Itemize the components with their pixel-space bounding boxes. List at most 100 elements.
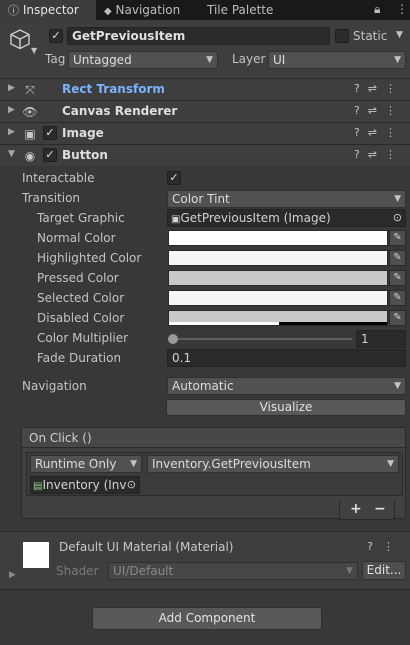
remove-listener-button[interactable]: − [374,501,386,517]
interactable-checkbox[interactable]: ✓ [167,171,181,185]
onclick-listener: Runtime Only ▼ Inventory.GetPreviousItem… [26,452,403,496]
function-caret-icon: ▼ [387,459,394,469]
function-dropdown[interactable]: Inventory.GetPreviousItem ▼ [147,455,399,473]
layer-value: UI [273,53,286,67]
component-image[interactable]: ▶ ▣ ✓ Image ?⇌⋮ [0,122,410,144]
multiplier-slider-thumb[interactable] [168,334,178,344]
list-buttons: + − [339,500,395,520]
context-menu-icon[interactable]: ⋮ [385,148,404,161]
function-value: Inventory.GetPreviousItem [152,457,311,471]
shader-caret-icon: ▼ [346,566,353,576]
material-header-icons: ?⋮ [367,540,404,553]
navigation-dropdown[interactable]: Automatic ▼ [167,377,406,395]
object-picker-icon[interactable]: ⊙ [127,477,136,493]
target-object-value: Inventory (Inv [42,478,127,492]
expand-arrow-icon[interactable]: ▶ [8,83,15,93]
transition-caret-icon: ▼ [394,194,401,204]
context-menu-icon[interactable]: ⋮ [385,126,404,139]
fade-duration-input[interactable]: 0.1 [167,349,406,367]
expand-arrow-icon[interactable]: ▶ [8,127,15,137]
highlighted-color-swatch[interactable] [168,250,388,266]
help-icon[interactable]: ? [354,126,368,139]
material-name: Default UI Material (Material) [59,540,234,554]
add-listener-button[interactable]: + [350,501,362,517]
help-icon[interactable]: ? [354,104,368,117]
pressed-color-swatch[interactable] [168,270,388,286]
target-graphic-row: Target Graphic ▣GetPreviousItem (Image) … [0,209,410,229]
onclick-title: On Click () [29,431,92,445]
multiplier-slider-track[interactable] [172,338,352,340]
static-checkbox[interactable] [335,29,349,43]
layer-caret-icon: ▼ [394,55,401,65]
target-graphic-label: Target Graphic [37,211,125,225]
context-menu-icon[interactable]: ⋮ [383,540,404,553]
runtime-dropdown[interactable]: Runtime Only ▼ [30,455,142,473]
component-header-icons: ?⇌⋮ [354,148,404,161]
tab-tile-palette[interactable]: Tile Palette [207,0,297,20]
context-menu-icon[interactable]: ⋮ [385,104,404,117]
transition-row: Transition Color Tint ▼ [0,189,410,209]
tag-value: Untagged [73,53,132,67]
icon-dropdown-icon[interactable]: ▼ [31,46,37,55]
interactable-row: Interactable ✓ [0,169,410,189]
tag-dropdown[interactable]: Untagged ▼ [68,51,218,69]
layer-dropdown[interactable]: UI ▼ [268,51,406,69]
tag-label: Tag [45,52,66,66]
transition-dropdown[interactable]: Color Tint ▼ [167,190,406,208]
tab-navigation[interactable]: ◆ Navigation [104,0,200,20]
eyedropper-icon[interactable]: ✎ [389,290,406,306]
context-menu-icon[interactable]: ⋮ [385,82,404,95]
shader-dropdown[interactable]: UI/Default ▼ [108,562,358,580]
component-header-icons: ?⇌⋮ [354,82,404,95]
transition-value: Color Tint [172,192,230,206]
fade-duration-label: Fade Duration [37,351,122,365]
disabled-color-swatch[interactable] [168,310,388,326]
collapse-arrow-icon[interactable]: ▼ [8,149,15,159]
preset-icon[interactable]: ⇌ [368,82,385,95]
selected-color-swatch[interactable] [168,290,388,306]
component-rect-transform[interactable]: ▶ ⤧ Rect Transform ?⇌⋮ [0,78,410,100]
expand-arrow-icon[interactable]: ▶ [9,570,16,580]
target-graphic-field[interactable]: ▣GetPreviousItem (Image) ⊙ [167,209,406,227]
active-checkbox[interactable]: ✓ [49,29,63,43]
preset-icon[interactable]: ⇌ [368,104,385,117]
navigation-caret-icon: ▼ [394,381,401,391]
eyedropper-icon[interactable]: ✎ [389,250,406,266]
button-component-icon: ◉ [24,149,36,163]
expand-arrow-icon[interactable]: ▶ [8,105,15,115]
eyedropper-icon[interactable]: ✎ [389,270,406,286]
object-header: ▼ ✓ GetPreviousItem Static ▼ Tag Untagge… [0,20,410,78]
image-enabled-checkbox[interactable]: ✓ [43,126,57,140]
preset-icon[interactable]: ⇌ [368,126,385,139]
component-button[interactable]: ▼ ◉ ✓ Button ?⇌⋮ [0,144,410,166]
lock-icon[interactable]: 🔒︎ [374,2,380,17]
object-name-input[interactable]: GetPreviousItem [67,27,330,45]
target-object-field[interactable]: ▤Inventory (Inv ⊙ [30,476,140,494]
button-enabled-checkbox[interactable]: ✓ [43,148,57,162]
color-multiplier-input[interactable]: 1 [356,330,406,348]
object-picker-icon[interactable]: ⊙ [393,210,402,226]
inspector-tab-icon: ⓘ [8,4,19,17]
help-icon[interactable]: ? [367,540,383,553]
visualize-button[interactable]: Visualize [166,399,406,416]
help-icon[interactable]: ? [354,148,368,161]
tab-bar: ⓘ Inspector ◆ Navigation Tile Palette 🔒︎… [0,0,410,20]
help-icon[interactable]: ? [354,82,368,95]
highlighted-color-label: Highlighted Color [37,251,142,265]
eyedropper-icon[interactable]: ✎ [389,230,406,246]
transition-label: Transition [22,191,81,205]
preset-icon[interactable]: ⇌ [368,148,385,161]
component-header-icons: ?⇌⋮ [354,126,404,139]
tag-caret-icon: ▼ [206,55,213,65]
tab-inspector[interactable]: ⓘ Inspector [0,0,96,20]
tab-tile-palette-label: Tile Palette [207,3,274,17]
eyedropper-icon[interactable]: ✎ [389,310,406,326]
kebab-menu-icon[interactable]: ⋮ [396,2,408,16]
component-canvas-renderer[interactable]: ▶ 👁︎ Canvas Renderer ?⇌⋮ [0,100,410,122]
normal-color-swatch[interactable] [168,230,388,246]
static-dropdown-icon[interactable]: ▼ [396,30,403,40]
add-component-button[interactable]: Add Component [92,607,322,630]
alpha-bar-black [279,322,387,325]
edit-shader-button[interactable]: Edit... [362,561,406,580]
highlighted-color-row: Highlighted Color ✎ [0,249,410,269]
